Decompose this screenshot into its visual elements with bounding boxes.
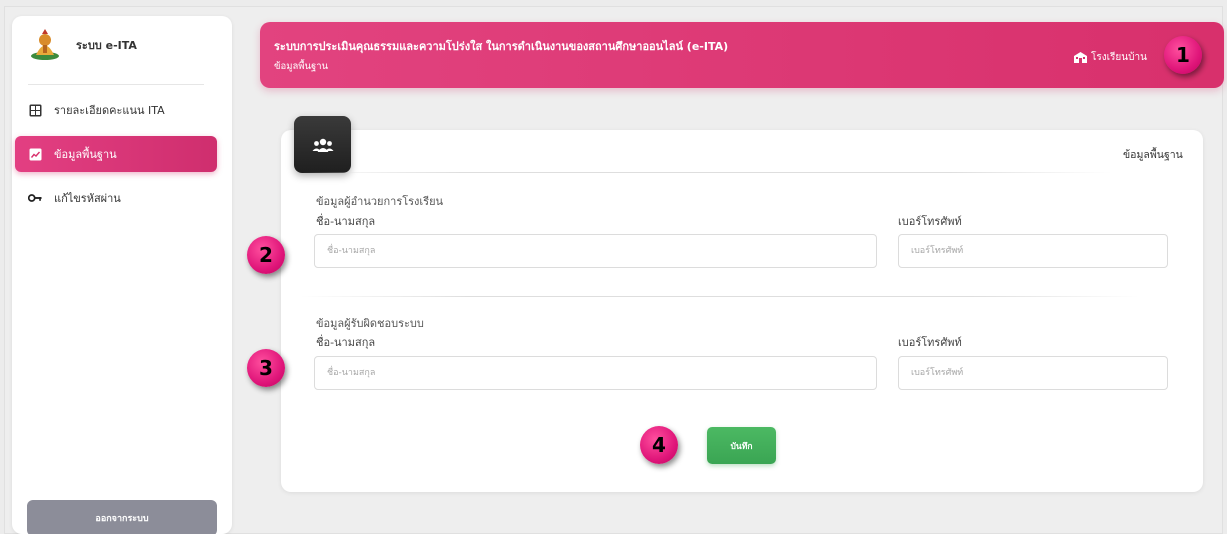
chart-icon — [28, 147, 42, 161]
admin-name-label: ชื่อ-นามสกุล — [316, 336, 376, 349]
brand[interactable]: ระบบ e-ITA — [28, 26, 137, 64]
step-marker-4: 4 — [640, 426, 678, 464]
admin-section-title: ข้อมูลผู้รับผิดชอบระบบ — [316, 317, 424, 330]
page-title: ระบบการประเมินคุณธรรมและความโปร่งใส ในกา… — [274, 40, 729, 53]
card-heading: ข้อมูลพื้นฐาน — [1123, 149, 1183, 161]
page-header: ระบบการประเมินคุณธรรมและความโปร่งใส ในกา… — [260, 22, 1224, 88]
sidebar-item-label: ข้อมูลพื้นฐาน — [54, 148, 117, 161]
step-marker-1: 1 — [1164, 36, 1202, 74]
director-section-title: ข้อมูลผู้อำนวยการโรงเรียน — [316, 195, 444, 208]
admin-name-input[interactable] — [314, 356, 877, 390]
director-phone-label: เบอร์โทรศัพท์ — [898, 215, 962, 228]
school-name: โรงเรียนบ้าน — [1091, 52, 1147, 63]
section-divider — [300, 296, 1140, 297]
table-icon — [28, 103, 42, 117]
director-name-input[interactable] — [314, 234, 877, 268]
director-phone-input[interactable] — [898, 234, 1168, 268]
admin-phone-input[interactable] — [898, 356, 1168, 390]
school-link[interactable]: โรงเรียนบ้าน — [1074, 50, 1147, 65]
logout-button[interactable]: ออกจากระบบ — [27, 500, 217, 534]
sidebar-item-basic-info[interactable]: ข้อมูลพื้นฐาน — [15, 136, 217, 172]
step-marker-2: 2 — [247, 236, 285, 274]
sidebar-item-label: แก้ไขรหัสผ่าน — [54, 192, 121, 205]
admin-phone-label: เบอร์โทรศัพท์ — [898, 336, 962, 349]
breadcrumb: ข้อมูลพื้นฐาน — [274, 61, 329, 72]
brand-name: ระบบ e-ITA — [76, 39, 137, 52]
save-button[interactable]: บันทึก — [707, 427, 776, 464]
key-icon — [28, 191, 42, 205]
users-icon — [294, 116, 351, 173]
sidebar-item-label: รายละเอียดคะแนน ITA — [54, 104, 165, 117]
sidebar-divider — [28, 84, 204, 85]
sidebar-item-change-password[interactable]: แก้ไขรหัสผ่าน — [15, 180, 217, 216]
sidebar-item-ita-score[interactable]: รายละเอียดคะแนน ITA — [15, 92, 217, 128]
card-divider — [300, 172, 1112, 173]
sidebar-menu: รายละเอียดคะแนน ITA ข้อมูลพื้นฐาน แก้ไขร… — [15, 92, 217, 224]
step-marker-3: 3 — [247, 349, 285, 387]
school-emblem-logo — [31, 29, 59, 60]
director-name-label: ชื่อ-นามสกุล — [316, 215, 376, 228]
school-icon — [1074, 52, 1087, 63]
